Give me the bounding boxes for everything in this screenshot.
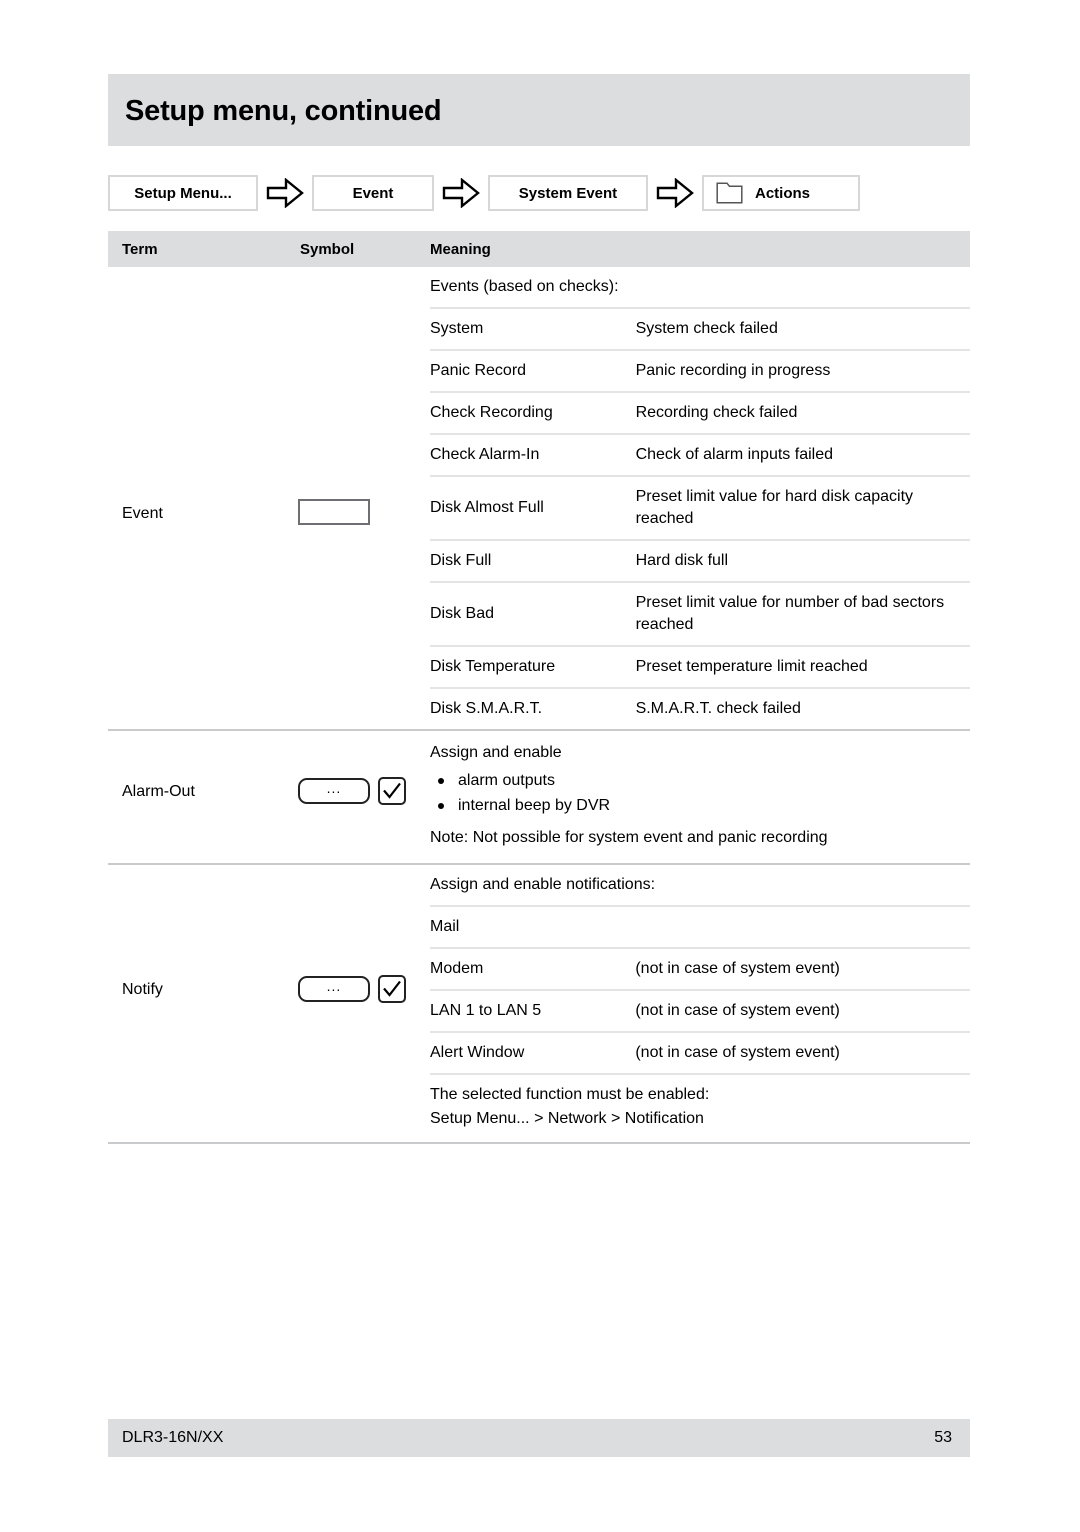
- column-header-meaning: Meaning: [430, 241, 491, 258]
- ellipsis-button-icon: ...: [298, 976, 370, 1002]
- footer-model: DLR3-16N/XX: [122, 1429, 224, 1446]
- event-name: Check Alarm-In: [430, 433, 636, 476]
- column-header-term: Term: [122, 241, 158, 258]
- table-section-notify: Notify ... Assign and enable notificatio…: [108, 865, 970, 1144]
- event-desc: Preset limit value for number of bad sec…: [635, 581, 970, 646]
- breadcrumb-item-system-event[interactable]: System Event: [488, 175, 648, 211]
- section-intro: Assign and enable: [430, 744, 562, 761]
- breadcrumb: Setup Menu... Event System Event Actions: [108, 174, 860, 212]
- symbol-cell: ...: [298, 975, 428, 1003]
- column-header-symbol: Symbol: [300, 241, 355, 258]
- alarm-out-bullets: alarm outputs internal beep by DVR: [430, 768, 970, 818]
- reference-table: Term Symbol Meaning Event Events (based …: [108, 231, 970, 1144]
- breadcrumb-item-label: Setup Menu...: [134, 184, 232, 202]
- notify-name: Alert Window: [430, 1031, 636, 1074]
- list-item: alarm outputs: [430, 768, 970, 793]
- table-row: Disk Full Hard disk full: [430, 539, 970, 582]
- notify-desc: (not in case of system event): [635, 989, 970, 1032]
- event-desc: Recording check failed: [635, 391, 970, 434]
- list-item: internal beep by DVR: [430, 793, 970, 818]
- table-row: Disk Almost Full Preset limit value for …: [430, 475, 970, 540]
- event-name: Disk S.M.A.R.T.: [430, 687, 636, 729]
- event-name: Disk Almost Full: [430, 475, 636, 540]
- event-desc: Preset limit value for hard disk capacit…: [635, 475, 970, 540]
- table-row: Disk Temperature Preset temperature limi…: [430, 645, 970, 688]
- table-section-event: Event Events (based on checks): System S…: [108, 267, 970, 731]
- event-desc: Panic recording in progress: [635, 349, 970, 392]
- table-row: Check Recording Recording check failed: [430, 391, 970, 434]
- page-footer: DLR3-16N/XX 53: [108, 1419, 970, 1457]
- breadcrumb-item-setup-menu[interactable]: Setup Menu...: [108, 175, 258, 211]
- breadcrumb-item-label: Event: [352, 184, 394, 202]
- empty-box-icon: [298, 499, 370, 525]
- section-intro: Events (based on checks):: [430, 278, 619, 295]
- section-intro: Assign and enable notifications:: [430, 876, 656, 893]
- page-title: Setup menu, continued: [125, 95, 442, 127]
- table-row: Disk S.M.A.R.T. S.M.A.R.T. check failed: [430, 687, 970, 729]
- page-title-band: Setup menu, continued: [108, 74, 970, 146]
- term-label: Alarm-Out: [122, 783, 195, 800]
- event-desc: Hard disk full: [635, 539, 970, 582]
- event-desc: Check of alarm inputs failed: [635, 433, 970, 476]
- meaning-cell: Assign and enable notifications: Mail Mo…: [430, 865, 970, 1142]
- term-label: Event: [122, 505, 163, 522]
- table-row: Modem (not in case of system event): [430, 947, 970, 990]
- checkbox-checked-icon: [378, 975, 406, 1003]
- breadcrumb-item-label: System Event: [518, 184, 618, 202]
- notify-footnote-1: The selected function must be enabled:: [430, 1073, 970, 1108]
- breadcrumb-item-event[interactable]: Event: [312, 175, 434, 211]
- table-row: System System check failed: [430, 307, 970, 350]
- page: Setup menu, continued Setup Menu... Even…: [108, 0, 970, 1532]
- event-desc: S.M.A.R.T. check failed: [635, 687, 970, 729]
- table-row: Check Alarm-In Check of alarm inputs fai…: [430, 433, 970, 476]
- breadcrumb-item-label: Actions: [755, 184, 811, 202]
- event-subtable: System System check failed Panic Record …: [430, 307, 970, 729]
- breadcrumb-item-actions[interactable]: Actions: [702, 175, 860, 211]
- table-row: Panic Record Panic recording in progress: [430, 349, 970, 392]
- table-row: The selected function must be enabled:: [430, 1073, 970, 1108]
- alarm-out-note: Note: Not possible for system event and …: [430, 829, 828, 846]
- folder-icon: [716, 182, 743, 204]
- right-arrow-icon: [258, 178, 312, 208]
- notify-footnote-2: Setup Menu... > Network > Notification: [430, 1110, 704, 1127]
- checkbox-checked-icon: [378, 777, 406, 805]
- notify-desc: (not in case of system event): [635, 1031, 970, 1074]
- notify-desc: [635, 905, 970, 948]
- event-desc: System check failed: [635, 307, 970, 350]
- table-row: Disk Bad Preset limit value for number o…: [430, 581, 970, 646]
- event-name: Disk Full: [430, 539, 636, 582]
- event-name: Disk Temperature: [430, 645, 636, 688]
- event-name: System: [430, 307, 636, 350]
- notify-name: LAN 1 to LAN 5: [430, 989, 636, 1032]
- footer-page-number: 53: [934, 1429, 952, 1446]
- notify-subtable: Mail Modem (not in case of system event)…: [430, 905, 970, 1108]
- event-name: Check Recording: [430, 391, 636, 434]
- table-row: Mail: [430, 905, 970, 948]
- symbol-cell: ...: [298, 777, 428, 805]
- term-label: Notify: [122, 981, 163, 998]
- table-row: LAN 1 to LAN 5 (not in case of system ev…: [430, 989, 970, 1032]
- event-desc: Preset temperature limit reached: [635, 645, 970, 688]
- notify-name: Modem: [430, 947, 636, 990]
- table-header-row: Term Symbol Meaning: [108, 231, 970, 267]
- notify-desc: (not in case of system event): [635, 947, 970, 990]
- meaning-cell: Assign and enable alarm outputs internal…: [430, 731, 970, 863]
- ellipsis-button-icon: ...: [298, 778, 370, 804]
- table-row: Alert Window (not in case of system even…: [430, 1031, 970, 1074]
- meaning-cell: Events (based on checks): System System …: [430, 267, 970, 729]
- right-arrow-icon: [648, 178, 702, 208]
- right-arrow-icon: [434, 178, 488, 208]
- event-name: Disk Bad: [430, 581, 636, 646]
- notify-name: Mail: [430, 905, 636, 948]
- event-name: Panic Record: [430, 349, 636, 392]
- symbol-cell: [298, 499, 428, 525]
- table-section-alarm-out: Alarm-Out ... Assign and enable alarm ou…: [108, 731, 970, 865]
